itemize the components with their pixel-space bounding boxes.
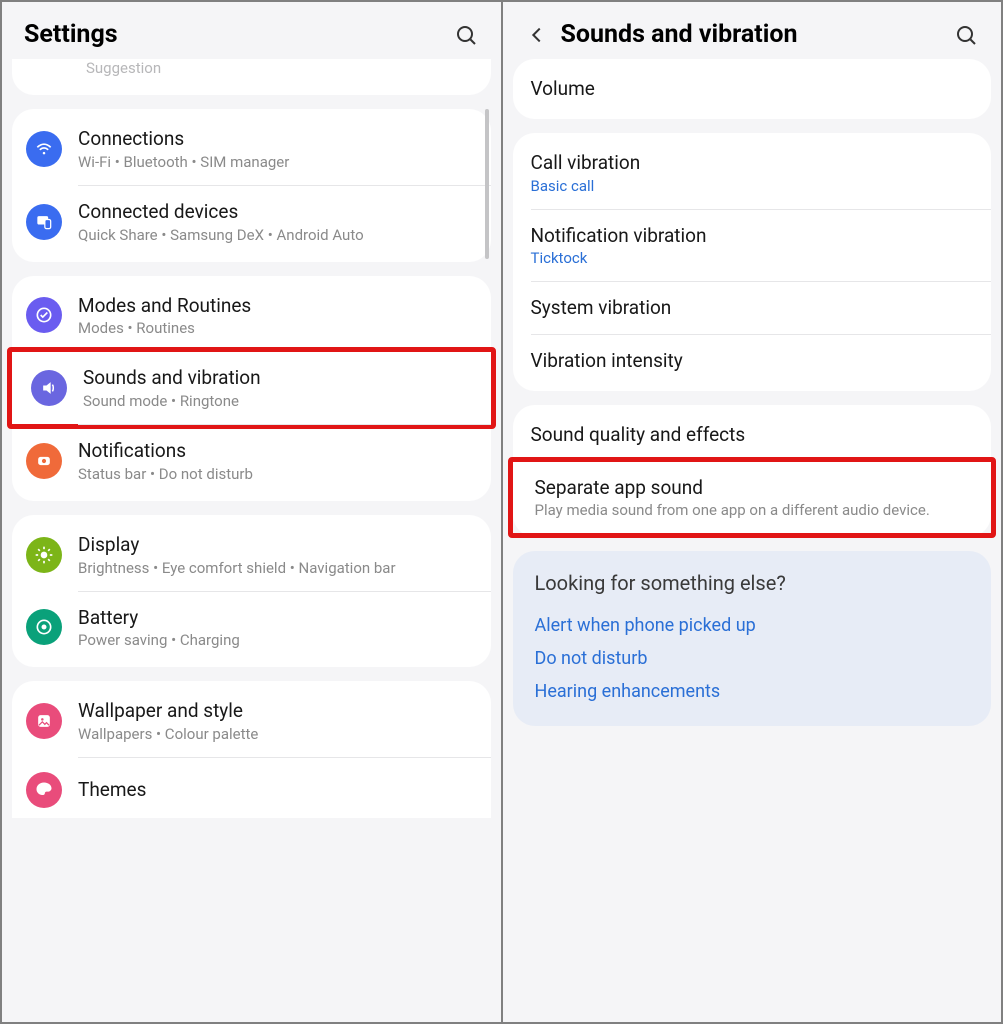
- suggestion-card-partial: Suggestion: [12, 59, 491, 95]
- themes-icon: [26, 772, 62, 808]
- wifi-icon: [26, 131, 62, 167]
- sounds-header: Sounds and vibration: [503, 2, 1002, 59]
- item-subtitle: Sound mode • Ringtone: [83, 392, 261, 410]
- settings-item-modes[interactable]: Modes and Routines Modes • Routines: [12, 280, 491, 352]
- item-subtitle: Quick Share • Samsung DeX • Android Auto: [78, 226, 364, 244]
- looking-link-dnd[interactable]: Do not disturb: [535, 642, 970, 675]
- item-title: Themes: [78, 778, 146, 802]
- looking-link-alert[interactable]: Alert when phone picked up: [535, 609, 970, 642]
- sounds-group: Sound quality and effects Separate app s…: [513, 405, 992, 538]
- sound-icon: [31, 370, 67, 406]
- sounds-pane: Sounds and vibration Volume Call vibrati…: [503, 2, 1002, 1022]
- highlight-sounds-and-vibration: Sounds and vibration Sound mode • Ringto…: [7, 347, 496, 429]
- display-icon: [26, 537, 62, 573]
- item-title: Notifications: [78, 439, 253, 463]
- item-title: Modes and Routines: [78, 294, 251, 318]
- settings-item-connections[interactable]: Connections Wi-Fi • Bluetooth • SIM mana…: [12, 113, 491, 185]
- settings-header: Settings: [2, 2, 501, 59]
- item-title: Wallpaper and style: [78, 699, 258, 723]
- looking-link-hearing[interactable]: Hearing enhancements: [535, 675, 970, 708]
- item-system-vibration[interactable]: System vibration: [513, 282, 992, 334]
- settings-scroll[interactable]: Suggestion Connections Wi-Fi • Bluetooth…: [2, 59, 501, 1022]
- item-title: Connected devices: [78, 200, 364, 224]
- item-subtitle: Wi-Fi • Bluetooth • SIM manager: [78, 153, 289, 171]
- sounds-scroll[interactable]: Volume Call vibration Basic call Notific…: [503, 59, 1002, 1022]
- sounds-group: Call vibration Basic call Notification v…: [513, 133, 992, 391]
- search-icon[interactable]: [453, 22, 479, 48]
- item-title: Display: [78, 533, 396, 557]
- battery-icon: [26, 609, 62, 645]
- highlight-separate-app-sound: Separate app sound Play media sound from…: [508, 457, 997, 539]
- settings-item-themes[interactable]: Themes: [12, 758, 491, 814]
- item-title: Volume: [531, 77, 595, 101]
- item-subtitle: Status bar • Do not disturb: [78, 465, 253, 483]
- item-title: Call vibration: [531, 151, 641, 175]
- looking-for-card: Looking for something else? Alert when p…: [513, 551, 992, 726]
- item-notification-vibration[interactable]: Notification vibration Ticktock: [513, 210, 992, 282]
- sounds-group: Volume: [513, 59, 992, 119]
- item-title: Notification vibration: [531, 224, 707, 248]
- back-icon[interactable]: [525, 24, 549, 46]
- item-title: System vibration: [531, 296, 672, 320]
- item-volume[interactable]: Volume: [513, 63, 992, 115]
- item-vibration-intensity[interactable]: Vibration intensity: [513, 335, 992, 387]
- settings-item-wallpaper[interactable]: Wallpaper and style Wallpapers • Colour …: [12, 685, 491, 757]
- page-title: Sounds and vibration: [561, 20, 942, 49]
- item-subtitle: Wallpapers • Colour palette: [78, 725, 258, 743]
- wallpaper-icon: [26, 703, 62, 739]
- suggestion-label: Suggestion: [12, 59, 491, 91]
- item-title: Connections: [78, 127, 289, 151]
- item-subtitle: Modes • Routines: [78, 319, 251, 337]
- settings-pane: Settings Suggestion Connections Wi-Fi • …: [2, 2, 501, 1022]
- settings-group: Display Brightness • Eye comfort shield …: [12, 515, 491, 668]
- item-separate-app-sound[interactable]: Separate app sound Play media sound from…: [513, 462, 992, 534]
- settings-item-display[interactable]: Display Brightness • Eye comfort shield …: [12, 519, 491, 591]
- settings-item-notifications[interactable]: Notifications Status bar • Do not distur…: [12, 425, 491, 497]
- item-title: Sounds and vibration: [83, 366, 261, 390]
- item-title: Vibration intensity: [531, 349, 683, 373]
- item-subtitle: Brightness • Eye comfort shield • Naviga…: [78, 559, 396, 577]
- item-subtitle: Play media sound from one app on a diffe…: [535, 501, 930, 519]
- devices-icon: [26, 204, 62, 240]
- item-title: Sound quality and effects: [531, 423, 746, 447]
- settings-item-connected-devices[interactable]: Connected devices Quick Share • Samsung …: [12, 186, 491, 258]
- settings-item-sounds-and-vibration[interactable]: Sounds and vibration Sound mode • Ringto…: [12, 352, 491, 424]
- modes-icon: [26, 297, 62, 333]
- item-subtitle: Ticktock: [531, 249, 707, 267]
- page-title: Settings: [24, 20, 441, 49]
- item-subtitle: Basic call: [531, 177, 641, 195]
- notifications-icon: [26, 443, 62, 479]
- search-icon[interactable]: [953, 22, 979, 48]
- item-title: Separate app sound: [535, 476, 930, 500]
- looking-for-title: Looking for something else?: [535, 571, 970, 595]
- item-call-vibration[interactable]: Call vibration Basic call: [513, 137, 992, 209]
- settings-group: Modes and Routines Modes • Routines Soun…: [12, 276, 491, 501]
- settings-group: Wallpaper and style Wallpapers • Colour …: [12, 681, 491, 818]
- item-title: Battery: [78, 606, 240, 630]
- item-sound-quality[interactable]: Sound quality and effects: [513, 409, 992, 461]
- settings-group: Connections Wi-Fi • Bluetooth • SIM mana…: [12, 109, 491, 262]
- item-subtitle: Power saving • Charging: [78, 631, 240, 649]
- settings-item-battery[interactable]: Battery Power saving • Charging: [12, 592, 491, 664]
